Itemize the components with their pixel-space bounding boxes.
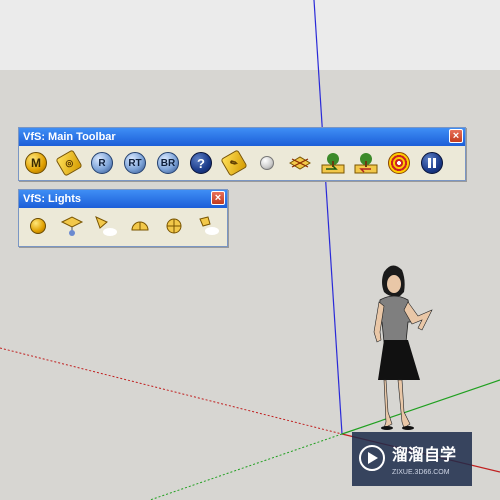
lights-toolbar-title: VfS: Lights bbox=[23, 193, 82, 205]
tree-folder-save-icon bbox=[354, 153, 378, 174]
pause-button[interactable] bbox=[417, 149, 447, 177]
open-scene-button[interactable] bbox=[318, 149, 348, 177]
r-badge-icon: R bbox=[91, 152, 113, 174]
main-toolbar-title-bar[interactable]: VfS: Main Toolbar × bbox=[19, 128, 465, 146]
help-button[interactable]: ? bbox=[186, 149, 216, 177]
spot-light-icon bbox=[95, 216, 117, 236]
tag-button[interactable]: ◎ bbox=[54, 149, 84, 177]
plane-button[interactable] bbox=[285, 149, 315, 177]
ies-light-icon bbox=[199, 216, 219, 235]
save-scene-button[interactable] bbox=[351, 149, 381, 177]
area-light-icon bbox=[60, 216, 84, 236]
main-toolbar-close-button[interactable]: × bbox=[449, 129, 463, 143]
watermark: 溜溜自学 ZIXUE.3D66.COM bbox=[352, 432, 472, 486]
area-light-button[interactable] bbox=[57, 213, 87, 239]
m-badge-icon: M bbox=[25, 152, 47, 174]
tree-folder-open-icon bbox=[321, 153, 345, 174]
watermark-url: ZIXUE.3D66.COM bbox=[392, 469, 450, 476]
br-badge-icon: BR bbox=[157, 152, 179, 174]
spot-light-button[interactable] bbox=[91, 213, 121, 239]
sketchup-viewport[interactable]: 溜溜自学 ZIXUE.3D66.COM bbox=[0, 0, 500, 500]
main-toolbar-title: VfS: Main Toolbar bbox=[23, 131, 116, 143]
sphere-light-button[interactable] bbox=[159, 213, 189, 239]
omni-light-button[interactable] bbox=[23, 213, 53, 239]
lights-toolbar-buttons bbox=[19, 208, 227, 244]
br-button[interactable]: BR bbox=[153, 149, 183, 177]
plane-icon bbox=[289, 156, 311, 170]
sphere-button[interactable] bbox=[252, 149, 282, 177]
tag-edit-button[interactable]: ✎ bbox=[219, 149, 249, 177]
target-icon bbox=[388, 152, 410, 174]
sphere-light-icon bbox=[166, 218, 182, 234]
tag-icon: ◎ bbox=[55, 149, 83, 177]
pause-icon bbox=[421, 152, 443, 174]
sphere-icon bbox=[260, 156, 274, 170]
main-toolbar: VfS: Main Toolbar × M ◎ R RT BR ? ✎ bbox=[18, 127, 466, 181]
dome-light-button[interactable] bbox=[125, 213, 155, 239]
target-button[interactable] bbox=[384, 149, 414, 177]
lights-toolbar: VfS: Lights × bbox=[18, 189, 228, 247]
lights-toolbar-title-bar[interactable]: VfS: Lights × bbox=[19, 190, 227, 208]
sky-background bbox=[0, 0, 500, 70]
dome-light-icon bbox=[131, 221, 149, 231]
rt-badge-icon: RT bbox=[124, 152, 146, 174]
m-button[interactable]: M bbox=[21, 149, 51, 177]
tag-edit-icon: ✎ bbox=[220, 149, 248, 177]
ies-light-button[interactable] bbox=[193, 213, 223, 239]
main-toolbar-buttons: M ◎ R RT BR ? ✎ bbox=[19, 146, 465, 180]
help-icon: ? bbox=[190, 152, 212, 174]
watermark-brand: 溜溜自学 bbox=[392, 445, 456, 464]
lights-toolbar-close-button[interactable]: × bbox=[211, 191, 225, 205]
r-button[interactable]: R bbox=[87, 149, 117, 177]
rt-button[interactable]: RT bbox=[120, 149, 150, 177]
omni-light-icon bbox=[30, 218, 46, 234]
